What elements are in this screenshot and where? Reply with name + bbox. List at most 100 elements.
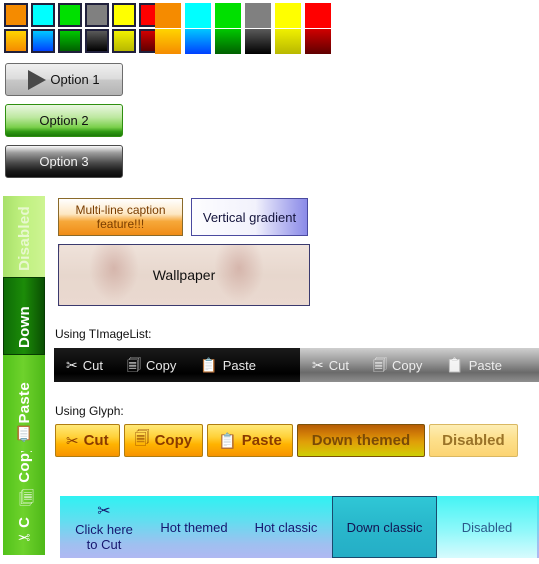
option-button-group: Option 1 Option 2 Option 3 (5, 63, 135, 186)
glyph-section-label: Using Glyph: (55, 404, 124, 418)
sidebar-item-down[interactable]: Down (3, 277, 45, 355)
toolbar-imagelist-disabled: ✂ Cut 🗐 Copy 📋 Paste (300, 348, 539, 382)
wallpaper-label: Wallpaper (152, 267, 216, 283)
swatch-row-bordered-top (4, 3, 163, 27)
swatch-cyan[interactable] (31, 3, 55, 27)
swatch-yellow[interactable] (112, 3, 136, 27)
copy-icon: 🗐 (15, 482, 33, 509)
glyph-copy-button[interactable]: 🗐 Copy (123, 424, 204, 457)
swatch-flat-cyan[interactable] (185, 3, 211, 28)
glyph-down-themed-label: Down themed (311, 432, 411, 449)
paste-icon: 📋 (446, 357, 464, 373)
vertical-tab-sidebar: Disabled Down 📋 Paste 🗐 Copy ✂ Cut (3, 196, 45, 555)
sidebar-item-copy[interactable]: 🗐 Copy (3, 451, 45, 517)
swatch-gray[interactable] (85, 3, 109, 27)
sidebar-item-label: Paste (15, 382, 33, 424)
sidebar-item-disabled: Disabled (3, 196, 45, 277)
bottom-toolbar: ✂ Click here to Cut Hot themed Hot class… (60, 496, 539, 558)
multiline-caption-line-2: feature!!! (96, 217, 145, 231)
scissors-icon: ✂ (312, 357, 324, 373)
bottom-hot-classic-label: Hot classic (254, 519, 318, 535)
swatch-flat-green[interactable] (215, 3, 241, 28)
option-3-button[interactable]: Option 3 (5, 145, 123, 178)
toolbar-copy-button-disabled: 🗐 Copy (361, 348, 434, 382)
sidebar-item-label: Cut (16, 517, 33, 528)
color-swatch-panel (0, 0, 539, 55)
swatch-flat-orange[interactable] (155, 3, 181, 28)
swatch-flat-gradient-green[interactable] (215, 29, 241, 54)
option-1-button[interactable]: Option 1 (5, 63, 123, 96)
toolbar-imagelist-dark: ✂ Cut 🗐 Copy 📋 Paste (54, 348, 300, 382)
multiline-caption-line-1: Multi-line caption (75, 203, 166, 217)
swatch-flat-gradient-red[interactable] (305, 29, 331, 54)
option-2-label: Option 2 (39, 113, 89, 128)
multiline-caption-label: Multi-line caption feature!!! (75, 203, 165, 231)
swatch-orange[interactable] (4, 3, 28, 27)
copy-icon: 🗐 (372, 357, 387, 373)
play-triangle-icon (28, 69, 47, 90)
glyph-copy-label: Copy (154, 432, 193, 449)
swatch-row-bordered-bottom (4, 29, 163, 53)
option-2-button[interactable]: Option 2 (5, 104, 123, 137)
swatch-green[interactable] (58, 3, 82, 27)
top-button-row: Multi-line caption feature!!! Vertical g… (58, 198, 308, 236)
copy-icon: 🗐 (134, 430, 150, 447)
imagelist-section-label: Using TImageList: (55, 327, 152, 341)
glyph-disabled-button: Disabled (429, 424, 518, 457)
wallpaper-button[interactable]: Wallpaper (58, 244, 310, 306)
swatch-gradient-green[interactable] (58, 29, 82, 53)
bottom-hot-themed-label: Hot themed (160, 519, 228, 535)
sidebar-item-label: Down (15, 305, 33, 348)
swatch-flat-yellow[interactable] (275, 3, 301, 28)
glyph-disabled-label: Disabled (442, 432, 505, 449)
glyph-paste-button[interactable]: 📋 Paste (207, 424, 293, 457)
toolbar-copy-label: Copy (145, 357, 177, 373)
swatch-row-flat-bottom (155, 29, 331, 54)
vertical-gradient-label: Vertical gradient (202, 209, 297, 225)
swatch-gradient-yellow[interactable] (112, 29, 136, 53)
bottom-hot-themed-button[interactable]: Hot themed (148, 496, 240, 558)
toolbar-paste-button-disabled: 📋 Paste (434, 348, 514, 382)
bottom-cut-label-line-2: to Cut (86, 536, 122, 552)
option-3-label: Option 3 (39, 154, 89, 169)
glyph-paste-label: Paste (241, 432, 282, 449)
swatch-gradient-blue[interactable] (31, 29, 55, 53)
swatch-flat-gradient-yellow[interactable] (275, 29, 301, 54)
swatch-gradient-orange[interactable] (4, 29, 28, 53)
bottom-hot-classic-button[interactable]: Hot classic (240, 496, 332, 558)
bottom-down-classic-button[interactable]: Down classic (332, 496, 437, 558)
option-1-label: Option 1 (50, 72, 100, 87)
bottom-disabled-label: Disabled (461, 519, 513, 535)
swatch-flat-gradient-blue[interactable] (185, 29, 211, 54)
swatch-flat-gray[interactable] (245, 3, 271, 28)
swatch-flat-gradient-gray[interactable] (245, 29, 271, 54)
paste-icon: 📋 (200, 357, 218, 373)
paste-icon: 📋 (218, 432, 237, 450)
toolbar-copy-label: Copy (391, 357, 423, 373)
vertical-gradient-button[interactable]: Vertical gradient (191, 198, 308, 236)
toolbar-cut-button[interactable]: ✂ Cut (54, 348, 115, 382)
scissors-icon: ✂ (66, 432, 79, 450)
sidebar-item-cut[interactable]: ✂ Cut (3, 517, 45, 555)
swatch-gradient-gray[interactable] (85, 29, 109, 53)
toolbar-paste-button[interactable]: 📋 Paste (188, 348, 268, 382)
swatch-row-flat-top (155, 3, 331, 28)
scissors-icon: ✂ (66, 357, 78, 373)
sidebar-item-label: Copy (15, 451, 33, 483)
copy-icon: 🗐 (126, 357, 141, 373)
sidebar-item-paste[interactable]: 📋 Paste (3, 355, 45, 451)
glyph-cut-label: Cut (83, 432, 109, 449)
swatch-flat-gradient-orange[interactable] (155, 29, 181, 54)
scissors-icon: ✂ (15, 528, 33, 546)
toolbar-copy-button[interactable]: 🗐 Copy (115, 348, 188, 382)
swatch-flat-red[interactable] (305, 3, 331, 28)
bottom-cut-button[interactable]: ✂ Click here to Cut (60, 496, 148, 558)
toolbar-cut-label: Cut (82, 357, 103, 373)
glyph-cut-button[interactable]: ✂ Cut (55, 424, 120, 457)
multiline-caption-button[interactable]: Multi-line caption feature!!! (58, 198, 183, 236)
glyph-down-themed-button[interactable]: Down themed (296, 424, 426, 457)
toolbar-cut-button-disabled: ✂ Cut (300, 348, 361, 382)
bottom-cut-label-line-1: Click here (75, 521, 133, 537)
scissors-icon: ✂ (97, 502, 111, 520)
paste-icon: 📋 (15, 423, 33, 442)
